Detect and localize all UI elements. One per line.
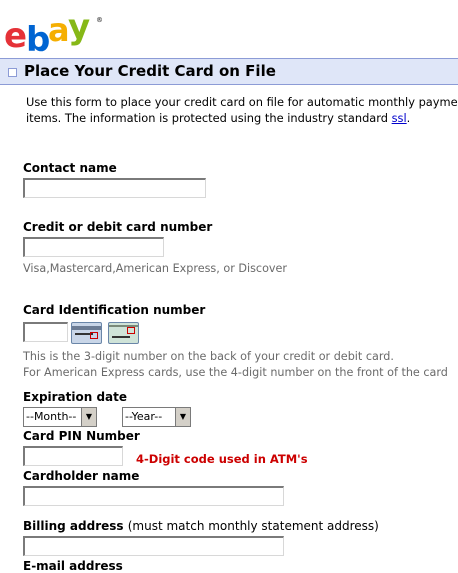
intro-line-2: items. The information is protected usin… xyxy=(26,110,458,126)
email-label: E-mail address xyxy=(23,559,123,573)
pin-label: Card PIN Number xyxy=(23,429,140,443)
card-id-hint-line-1: This is the 3-digit number on the back o… xyxy=(23,350,394,363)
logo-letter-y: y xyxy=(68,7,91,47)
card-number-input[interactable] xyxy=(23,237,164,257)
pin-note: 4-Digit code used in ATM's xyxy=(136,452,308,466)
logo-letter-b: b xyxy=(26,20,51,60)
card-id-hint-line-2: For American Express cards, use the 4-di… xyxy=(23,366,448,379)
card-number-label: Credit or debit card number xyxy=(23,220,213,234)
month-value: --Month-- xyxy=(26,410,77,423)
cardholder-label: Cardholder name xyxy=(23,469,140,483)
billing-label-text: Billing address xyxy=(23,519,124,533)
card-back-icon xyxy=(71,322,102,344)
amex-card-front-icon xyxy=(108,322,139,344)
expiration-year-select[interactable]: --Year-- ▼ xyxy=(122,407,191,427)
expiration-label: Expiration date xyxy=(23,390,128,404)
card-number-hint: Visa,Mastercard,American Express, or Dis… xyxy=(23,262,288,275)
card-id-input[interactable] xyxy=(23,322,68,342)
intro-text: Use this form to place your credit card … xyxy=(26,94,458,126)
pin-input[interactable] xyxy=(23,446,123,466)
expiration-month-select[interactable]: --Month-- ▼ xyxy=(23,407,97,427)
logo-letter-e: e xyxy=(4,16,28,56)
chevron-down-icon: ▼ xyxy=(175,408,190,426)
intro-line-2-end: . xyxy=(406,111,411,125)
header-bullet-icon xyxy=(8,68,17,77)
cardholder-input[interactable] xyxy=(23,486,284,506)
logo-letter-a: a xyxy=(48,11,70,49)
registered-mark: ® xyxy=(96,16,103,24)
ssl-link[interactable]: ssl xyxy=(392,111,407,125)
page-title: Place Your Credit Card on File xyxy=(24,62,276,80)
page-header-bar: Place Your Credit Card on File xyxy=(0,58,458,85)
intro-line-1: Use this form to place your credit card … xyxy=(26,95,458,109)
billing-input[interactable] xyxy=(23,536,284,556)
ebay-logo: e b a y ® xyxy=(4,6,104,60)
chevron-down-icon: ▼ xyxy=(81,408,96,426)
year-value: --Year-- xyxy=(125,410,163,423)
card-id-label: Card Identification number xyxy=(23,303,206,317)
contact-name-label: Contact name xyxy=(23,161,117,175)
intro-line-2-text: items. The information is protected usin… xyxy=(26,111,392,125)
billing-label: Billing address (must match monthly stat… xyxy=(23,519,379,533)
billing-label-note: (must match monthly statement address) xyxy=(127,519,379,533)
contact-name-input[interactable] xyxy=(23,178,206,198)
